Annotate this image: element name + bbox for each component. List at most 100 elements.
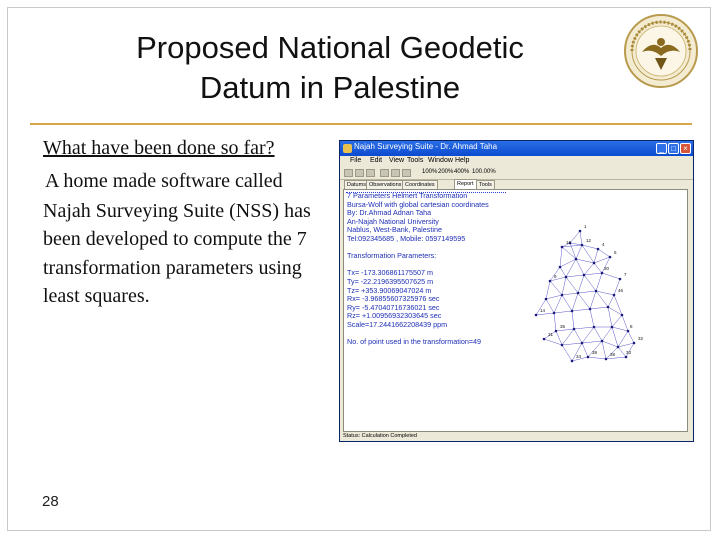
station-label: 8 — [630, 324, 633, 329]
network-edge — [571, 308, 591, 312]
menu-window[interactable]: Window — [428, 157, 453, 164]
station-label: 33 — [626, 350, 632, 355]
network-edge — [561, 294, 573, 312]
station-label: 38 — [610, 352, 616, 357]
network-edge — [607, 306, 623, 316]
network-edge — [561, 292, 579, 296]
report-text: 7 Parameters Helmert Transformation Bursa… — [347, 191, 515, 347]
network-edge — [575, 258, 585, 276]
network-station — [560, 343, 564, 347]
copy-icon[interactable] — [391, 169, 400, 177]
network-edge — [583, 274, 597, 292]
network-station — [580, 341, 584, 345]
report-line: No. of point used in the transformation=… — [347, 337, 482, 347]
close-button[interactable]: × — [680, 143, 691, 154]
zoom-level[interactable]: 100.00% — [472, 169, 496, 175]
bullet-text: A home made software called Najah Survey… — [43, 170, 311, 308]
network-edge — [555, 328, 575, 332]
network-station — [624, 355, 628, 359]
window-titlebar[interactable]: Najah Surveying Suite - Dr. Ahmad Taha _… — [340, 141, 693, 156]
network-station — [560, 293, 564, 297]
network-edge — [577, 292, 591, 310]
menu-edit[interactable]: Edit — [370, 157, 382, 164]
new-icon[interactable] — [344, 169, 353, 177]
zoom-100[interactable]: 100% — [422, 169, 437, 175]
station-label: 35 — [560, 324, 566, 329]
tab-report[interactable]: Report — [454, 179, 477, 189]
network-edge — [581, 342, 589, 358]
menu-bar: File Edit View Tools Window Help — [340, 156, 693, 167]
network-edge — [565, 276, 579, 294]
maximize-button[interactable]: □ — [668, 143, 679, 154]
window-title: Najah Surveying Suite - Dr. Ahmad Taha — [354, 142, 498, 151]
tab-observations[interactable]: Observations — [366, 180, 405, 189]
open-icon[interactable] — [355, 169, 364, 177]
station-label: 14 — [540, 308, 546, 313]
network-edge — [617, 346, 627, 358]
tab-strip: Datums Observations Coordinates Report T… — [342, 179, 693, 189]
tab-tools[interactable]: Tools — [476, 180, 495, 189]
station-label: 7 — [624, 272, 627, 277]
bullet-item: A home made software called Najah Survey… — [43, 167, 323, 311]
slide-title: Proposed National Geodetic Datum in Pale… — [40, 28, 620, 108]
network-station — [616, 345, 620, 349]
university-seal-logo — [624, 14, 698, 88]
network-edge — [545, 294, 563, 300]
network-edge — [573, 328, 583, 344]
network-edge — [573, 326, 595, 330]
network-edge — [579, 230, 583, 246]
tab-coordinates[interactable]: Coordinates — [402, 180, 438, 189]
menu-tools[interactable]: Tools — [407, 157, 423, 164]
network-edge — [607, 306, 613, 328]
network-station — [554, 329, 558, 333]
paste-icon[interactable] — [402, 169, 411, 177]
network-station — [582, 273, 586, 277]
network-edge — [577, 290, 597, 294]
network-station — [606, 305, 610, 309]
station-label: 34 — [576, 354, 582, 359]
network-edge — [601, 340, 619, 348]
network-station — [632, 341, 636, 345]
network-edge — [589, 308, 595, 328]
network-edge — [553, 310, 573, 314]
menu-help[interactable]: Help — [455, 157, 469, 164]
zoom-200[interactable]: 200% — [438, 169, 453, 175]
network-edge — [601, 340, 607, 360]
network-edge — [589, 290, 597, 310]
network-edge — [543, 338, 563, 346]
network-station — [600, 271, 604, 275]
network-edge — [561, 342, 583, 346]
network-edge — [601, 326, 613, 342]
network-edge — [593, 262, 603, 274]
station-label: 4 — [602, 242, 605, 247]
status-bar: Status: Calculation Completed — [340, 432, 693, 441]
station-label: 46 — [618, 288, 624, 293]
title-divider — [30, 123, 692, 125]
network-edge — [555, 330, 563, 346]
network-station — [608, 255, 612, 259]
menu-file[interactable]: File — [350, 157, 361, 164]
network-station — [594, 289, 598, 293]
network-station — [578, 229, 582, 233]
network-edge — [565, 274, 585, 278]
network-station — [588, 307, 592, 311]
zoom-400[interactable]: 400% — [454, 169, 469, 175]
network-station — [612, 293, 616, 297]
page-number: 28 — [42, 493, 59, 510]
network-station — [560, 245, 564, 249]
cut-icon[interactable] — [380, 169, 389, 177]
station-label: 9 — [554, 274, 557, 279]
network-edge — [569, 230, 581, 244]
menu-view[interactable]: View — [389, 157, 404, 164]
network-edge — [617, 330, 629, 348]
network-edge — [559, 266, 567, 278]
network-station — [572, 327, 576, 331]
network-edge — [583, 262, 595, 276]
network-station — [544, 297, 548, 301]
minimize-button[interactable]: _ — [656, 143, 667, 154]
network-edge — [583, 272, 603, 276]
network-edge — [553, 312, 557, 332]
station-label: 13 — [566, 240, 572, 245]
network-edge — [613, 294, 623, 316]
save-icon[interactable] — [366, 169, 375, 177]
